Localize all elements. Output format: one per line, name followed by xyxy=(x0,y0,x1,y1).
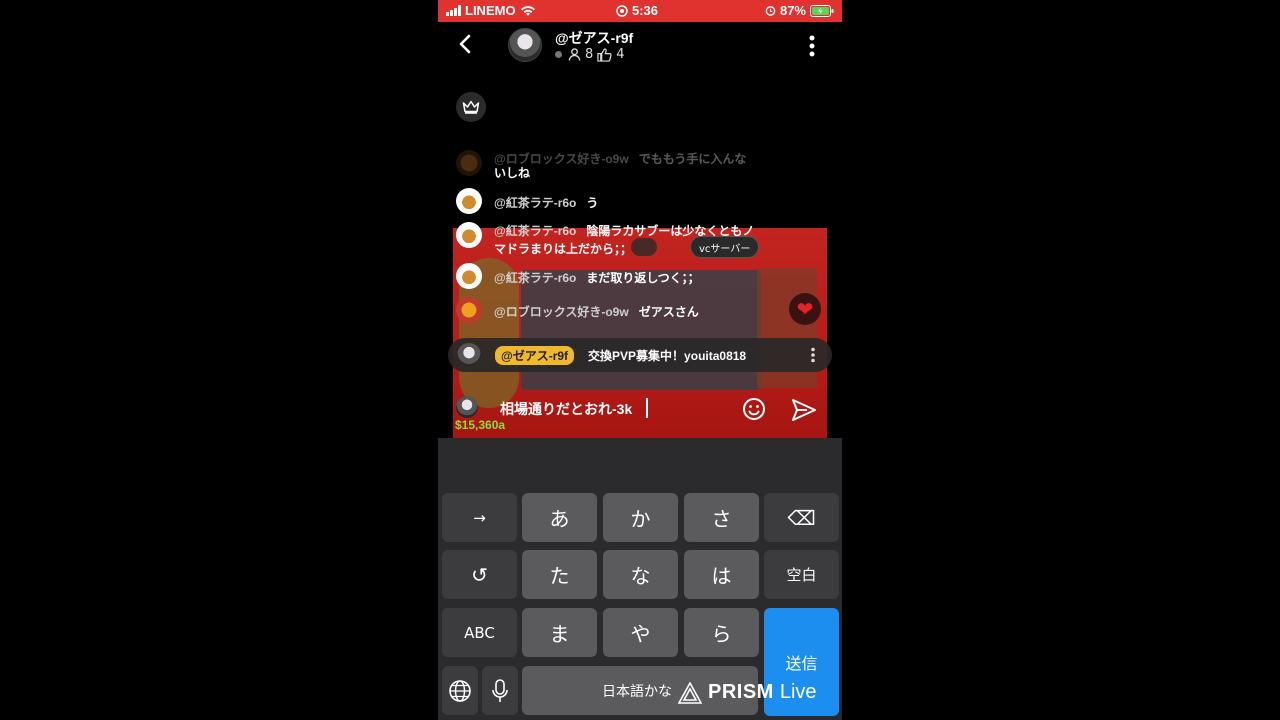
pinned-message[interactable]: @ゼアス-r9f 交換PVP募集中！youita0818 xyxy=(448,338,832,372)
pinned-avatar xyxy=(457,343,481,367)
chat-avatar xyxy=(456,297,482,323)
chat-text: 陰陽ラカサブーは少なくともノ xyxy=(586,224,755,238)
key-sa[interactable]: さ xyxy=(684,493,759,542)
wifi-icon xyxy=(520,5,535,16)
chat-message: @紅茶ラテ-r6o まだ取り返しつく；； xyxy=(456,263,700,289)
key-next[interactable]: → xyxy=(442,493,517,542)
chat-avatar xyxy=(456,222,482,248)
chat-text: ゼアスさん xyxy=(638,305,699,319)
pinned-text: 交換PVP募集中！youita0818 xyxy=(588,348,747,363)
alarm-icon xyxy=(765,6,776,16)
keyboard: → あ か さ ⌫ ↺ た な は 空白 ABC ま や ら 送信 日本語かな xyxy=(438,438,842,720)
watermark-suffix: Live xyxy=(779,681,817,703)
chat-message: @ロブロックス好き-o9w ゼアスさん xyxy=(456,297,699,323)
chat-message: @紅茶ラテ-r6o う xyxy=(456,188,598,214)
chat-username: @紅茶ラテ-r6o xyxy=(494,224,577,238)
record-icon xyxy=(616,4,628,17)
prism-logo-icon xyxy=(678,681,702,704)
chat-text: でももう手に入んな xyxy=(638,152,747,166)
chat-text: う xyxy=(586,196,599,210)
microphone-icon xyxy=(492,678,508,702)
battery-percent: 87% xyxy=(779,3,806,18)
status-bar: LINEMO 5:36 87% xyxy=(438,0,842,22)
chat-text-cont: マドラまりは上だから；； xyxy=(494,242,633,256)
like-count: 4 xyxy=(616,47,625,62)
ranking-button[interactable] xyxy=(456,92,486,122)
comment-input[interactable] xyxy=(500,394,730,424)
clock-group: 5:36 xyxy=(616,3,658,18)
key-ma[interactable]: ま xyxy=(522,608,597,657)
key-ka[interactable]: か xyxy=(603,493,678,542)
carrier-group: LINEMO xyxy=(446,3,536,18)
comment-bar xyxy=(456,392,828,428)
viewer-icon xyxy=(568,48,581,61)
clock: 5:36 xyxy=(632,3,659,18)
prism-live-watermark: PRISM Live xyxy=(678,681,817,704)
more-menu-icon[interactable] xyxy=(808,34,816,58)
chat-username: @紅茶ラテ-r6o xyxy=(494,271,577,285)
phone-screen: LINEMO 5:36 87% @ゼアス-r9f 8 4 $15,360a vc… xyxy=(438,0,842,720)
key-ta[interactable]: た xyxy=(522,550,597,599)
chat-avatar xyxy=(456,263,482,289)
host-stats: 8 4 xyxy=(555,47,625,62)
globe-key[interactable] xyxy=(442,666,478,715)
crown-icon xyxy=(462,100,480,114)
battery-group: 87% xyxy=(765,3,834,18)
back-icon[interactable] xyxy=(454,32,478,56)
signal-icon xyxy=(446,5,461,16)
globe-icon xyxy=(449,679,471,702)
key-na[interactable]: な xyxy=(603,550,678,599)
key-undo[interactable]: ↺ xyxy=(442,550,517,599)
emoji-icon[interactable] xyxy=(742,397,766,421)
send-icon[interactable] xyxy=(790,396,818,424)
chat-text-cont: いしね xyxy=(494,166,531,180)
chat-avatar xyxy=(456,150,482,176)
pinned-host-badge: @ゼアス-r9f xyxy=(495,345,575,365)
host-name[interactable]: @ゼアス-r9f xyxy=(555,28,633,48)
chat-avatar xyxy=(456,188,482,214)
key-ra[interactable]: ら xyxy=(684,608,759,657)
key-a[interactable]: あ xyxy=(522,493,597,542)
key-backspace[interactable]: ⌫ xyxy=(764,493,839,542)
like-icon xyxy=(597,47,612,62)
chat-username: @紅茶ラテ-r6o xyxy=(494,196,577,210)
key-ha[interactable]: は xyxy=(684,550,759,599)
key-space[interactable]: 空白 xyxy=(764,550,839,599)
chat-text: まだ取り返しつく；； xyxy=(586,271,700,285)
carrier-label: LINEMO xyxy=(465,3,516,18)
my-avatar xyxy=(456,396,478,418)
watermark-brand: PRISM xyxy=(708,681,774,703)
key-ya[interactable]: や xyxy=(603,608,678,657)
viewer-count: 8 xyxy=(585,47,594,62)
chat-username: @ロブロックス好き-o9w xyxy=(494,305,629,319)
pinned-more-icon[interactable] xyxy=(810,347,816,363)
text-caret xyxy=(646,398,648,418)
host-avatar[interactable] xyxy=(508,28,542,62)
battery-icon xyxy=(810,4,834,17)
like-button[interactable]: ❤ xyxy=(789,293,821,325)
key-abc[interactable]: ABC xyxy=(442,608,517,657)
stream-header: @ゼアス-r9f 8 4 xyxy=(438,22,842,72)
heart-icon: ❤ xyxy=(796,297,814,321)
live-dot-icon xyxy=(555,51,562,58)
mic-key[interactable] xyxy=(482,666,518,715)
